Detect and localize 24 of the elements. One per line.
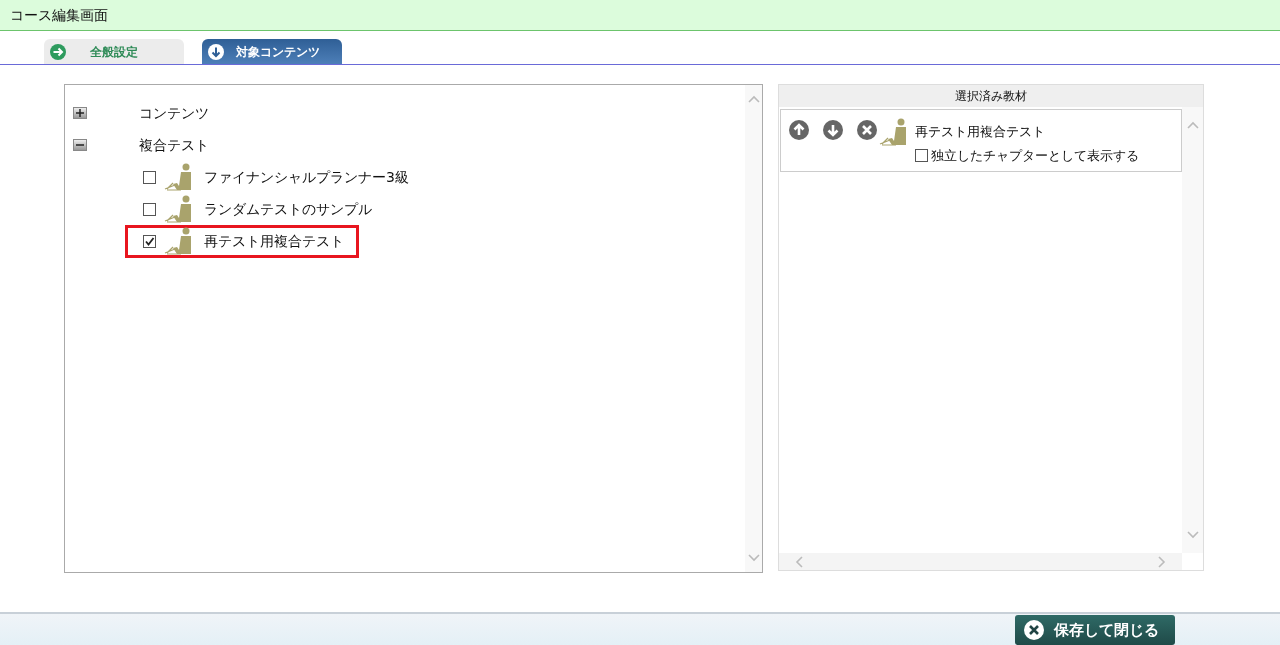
close-icon [1024,620,1044,640]
tab[interactable]: 全般設定 [44,39,184,64]
tree-node-label[interactable]: 複合テスト [139,134,209,156]
window-title: コース編集画面 [10,5,108,25]
tree-item-label[interactable]: ファイナンシャルプランナー3級 [204,166,409,188]
checkbox[interactable] [143,234,156,248]
close-icon[interactable] [857,120,877,140]
arrow-right-icon [50,43,66,60]
save-and-close-button[interactable]: 保存して閉じる [1015,615,1175,645]
arrow-down-icon [208,43,224,60]
collapse-icon[interactable] [73,139,87,151]
panel-title: 選択済み教材 [955,88,1027,105]
checkbox[interactable] [143,170,156,184]
checkbox[interactable] [143,202,156,216]
option-label[interactable]: 独立したチャプターとして表示する [931,146,1139,166]
arrow-down-icon[interactable] [823,120,843,140]
tree-node-label[interactable]: コンテンツ [139,102,209,124]
arrow-up-icon[interactable] [789,120,809,140]
item-label: 再テスト用複合テスト [915,123,1045,142]
tree-item-label[interactable]: 再テスト用複合テスト [204,230,344,252]
checkbox[interactable] [915,149,928,163]
tree-item-label[interactable]: ランダムテストのサンプル [204,198,372,220]
expand-icon[interactable] [73,107,87,119]
tab[interactable]: 対象コンテンツ [202,39,342,64]
